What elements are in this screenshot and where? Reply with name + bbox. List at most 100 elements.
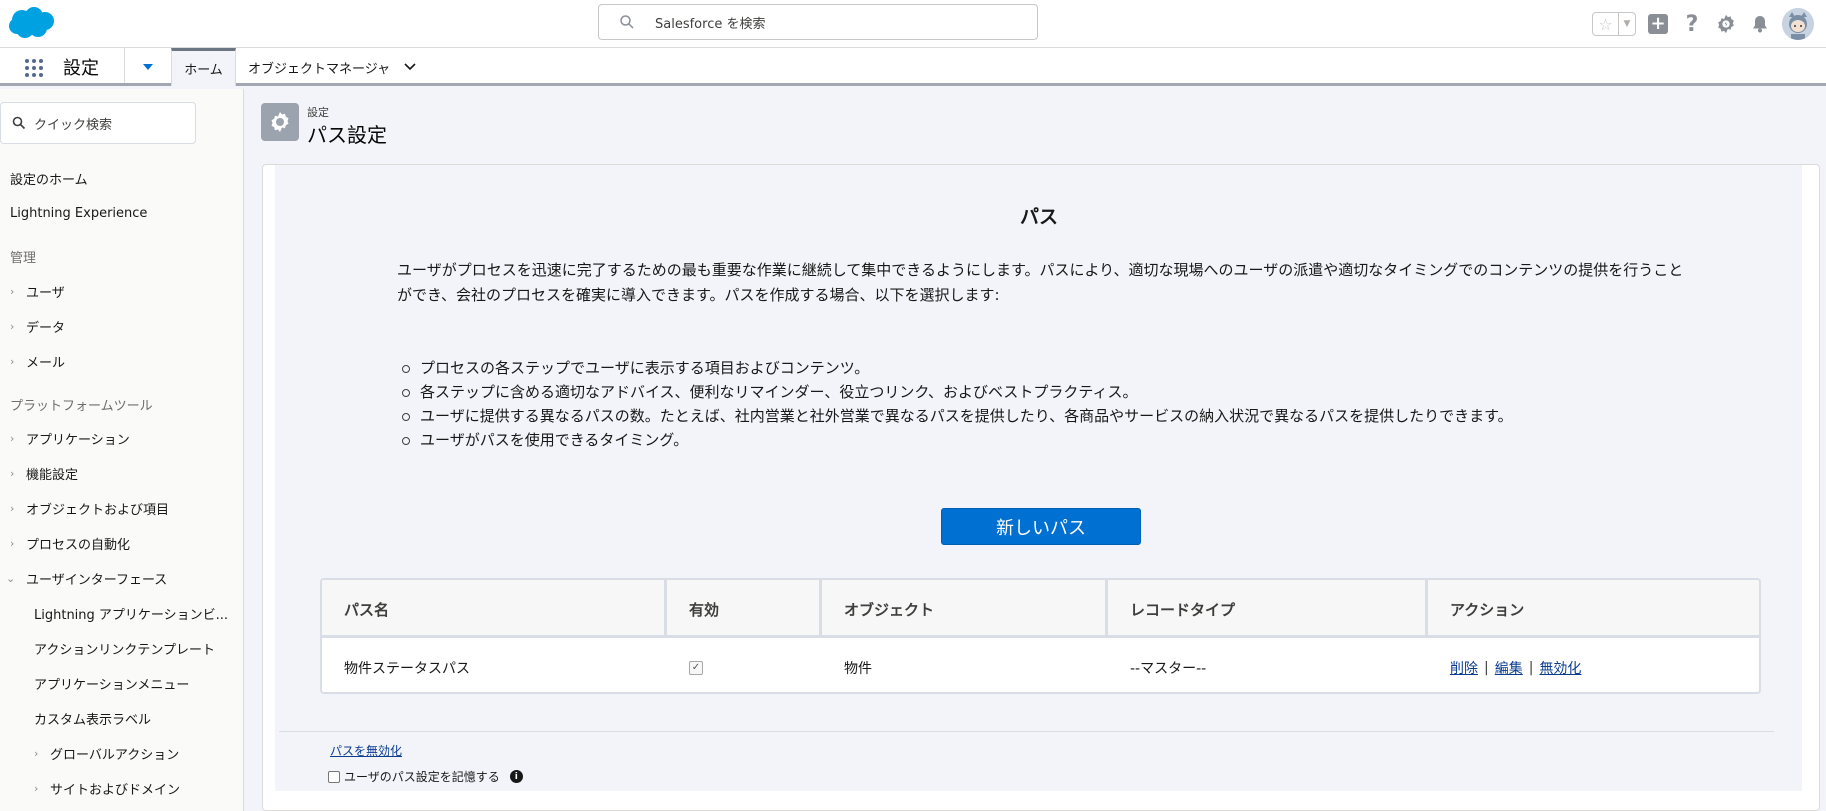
sidebar-item-lightning-experience[interactable]: Lightning Experience <box>10 203 147 223</box>
sidebar-item-action-link-templates[interactable]: アクションリンクテンプレート <box>34 638 215 658</box>
nav-divider <box>124 48 125 83</box>
setup-gear-icon <box>261 103 299 141</box>
tab-home-label: ホーム <box>184 63 223 78</box>
notifications-bell-icon[interactable] <box>1748 12 1772 36</box>
help-icon[interactable]: ? <box>1680 12 1704 37</box>
sidebar-item-label: アプリケーションメニュー <box>34 677 190 693</box>
sidebar-heading-admin: 管理 <box>10 251 37 266</box>
chevron-down-icon: ⌄ <box>6 571 16 585</box>
bullet-item: ユーザがパスを使用できるタイミング。 <box>402 428 1513 452</box>
sidebar-item-user-interface[interactable]: ⌄ ユーザインターフェース <box>6 568 167 588</box>
setup-sidebar: クイック検索 設定のホーム Lightning Experience 管理 › … <box>0 89 244 811</box>
deactivate-link[interactable]: 無効化 <box>1539 658 1581 678</box>
sidebar-item-process-automation[interactable]: › プロセスの自動化 <box>10 533 130 553</box>
search-icon <box>12 116 26 130</box>
chevron-right-icon: › <box>10 536 15 550</box>
global-header: Salesforce を検索 ☆ ▼ + ? <box>0 0 1826 48</box>
column-header-record-type: レコードタイプ <box>1108 580 1428 638</box>
app-launcher-icon[interactable] <box>24 58 44 78</box>
disable-path-link[interactable]: パスを無効化 <box>330 742 402 759</box>
favorites-dropdown-icon[interactable]: ▼ <box>1619 13 1635 35</box>
footer-divider <box>279 731 1774 732</box>
info-icon[interactable]: i <box>509 770 523 783</box>
cell-record-type: --マスター-- <box>1130 660 1207 677</box>
salesforce-logo[interactable] <box>8 6 56 40</box>
tab-object-manager[interactable]: オブジェクトマネージャ <box>236 48 428 86</box>
sidebar-heading-platform-tools: プラットフォームツール <box>10 399 153 414</box>
sidebar-item-label: データ <box>26 320 66 336</box>
sidebar-item-label: Lightning Experience <box>10 205 148 221</box>
column-header-actions: アクション <box>1450 600 1525 619</box>
remember-preference-label: ユーザのパス設定を記憶する <box>344 770 500 784</box>
sidebar-item-email[interactable]: › メール <box>10 351 65 371</box>
chevron-right-icon: › <box>10 354 15 368</box>
chevron-right-icon: › <box>10 284 15 298</box>
sidebar-item-label: メール <box>26 355 66 371</box>
chevron-down-icon[interactable] <box>404 63 416 71</box>
cell-active: ✓ <box>667 641 822 692</box>
chevron-right-icon: › <box>10 431 15 445</box>
new-path-button[interactable]: 新しいパス <box>941 508 1141 545</box>
bullet-item: 各ステップに含める適切なアドバイス、便利なリマインダー、役立つリンク、およびベス… <box>402 380 1513 404</box>
quick-find-input[interactable]: クイック検索 <box>0 102 196 144</box>
sidebar-item-users[interactable]: › ユーザ <box>10 281 65 301</box>
sidebar-item-apps[interactable]: › アプリケーション <box>10 428 130 448</box>
remember-preference-checkbox[interactable] <box>328 770 340 783</box>
remember-preference-row: ユーザのパス設定を記憶する i <box>328 768 523 785</box>
page-title: パス設定 <box>307 123 387 147</box>
delete-link[interactable]: 削除 <box>1450 658 1478 678</box>
chevron-right-icon: › <box>34 781 39 795</box>
sidebar-item-label: 設定のホーム <box>10 172 88 188</box>
bullet-item: ユーザに提供する異なるパスの数。たとえば、社内営業と社外営業で異なるパスを提供し… <box>402 404 1513 428</box>
header-actions: ☆ ▼ + ? <box>1592 8 1814 40</box>
tab-home[interactable]: ホーム <box>171 48 236 86</box>
favorites-star-icon[interactable]: ☆ <box>1593 13 1619 35</box>
nav-menu-dropdown[interactable] <box>138 58 158 76</box>
sidebar-item-data[interactable]: › データ <box>10 316 65 336</box>
user-avatar[interactable] <box>1782 8 1814 40</box>
sidebar-item-global-actions[interactable]: › グローバルアクション <box>34 743 179 763</box>
feature-bullet-list: プロセスの各ステップでユーザに表示する項目およびコンテンツ。 各ステップに含める… <box>402 356 1513 452</box>
global-actions-button[interactable]: + <box>1646 12 1670 36</box>
sidebar-item-label: プロセスの自動化 <box>26 537 131 553</box>
cell-path-name: 物件ステータスパス <box>344 660 470 677</box>
active-checkbox-checked: ✓ <box>689 660 703 675</box>
edit-link[interactable]: 編集 <box>1495 658 1523 678</box>
separator: | <box>1484 659 1489 676</box>
table-header-row: パス名 有効 オブジェクト レコードタイプ アクション <box>322 580 1759 638</box>
app-nav-bar: 設定 ホーム オブジェクトマネージャ <box>0 48 1826 86</box>
sidebar-item-label: ユーザインターフェース <box>26 572 168 588</box>
bullet-item: プロセスの各ステップでユーザに表示する項目およびコンテンツ。 <box>402 356 1513 380</box>
sidebar-item-label: サイトおよびドメイン <box>50 782 181 798</box>
sidebar-item-label: グローバルアクション <box>50 747 180 763</box>
sidebar-item-custom-labels[interactable]: カスタム表示ラベル <box>34 708 151 728</box>
plus-icon: + <box>1648 14 1668 34</box>
favorites-group: ☆ ▼ <box>1592 12 1636 36</box>
app-name: 設定 <box>63 58 99 79</box>
caret-down-icon <box>143 64 153 70</box>
cell-actions: 削除 | 編集 | 無効化 <box>1428 641 1759 692</box>
sidebar-item-setup-home[interactable]: 設定のホーム <box>10 168 88 188</box>
chevron-right-icon: › <box>10 319 15 333</box>
sidebar-item-sites-domains[interactable]: › サイトおよびドメイン <box>34 778 180 798</box>
tab-object-manager-label: オブジェクトマネージャ <box>248 61 391 77</box>
sidebar-item-label: Lightning アプリケーションビ... <box>34 607 229 623</box>
sidebar-item-objects-fields[interactable]: › オブジェクトおよび項目 <box>10 498 169 518</box>
section-title: パス <box>1020 206 1059 228</box>
global-search-input[interactable]: Salesforce を検索 <box>598 4 1038 40</box>
sidebar-item-label: カスタム表示ラベル <box>34 712 152 728</box>
cell-object: 物件 <box>844 660 872 677</box>
sidebar-item-feature-settings[interactable]: › 機能設定 <box>10 463 78 483</box>
path-table: パス名 有効 オブジェクト レコードタイプ アクション 物件ステータスパス ✓ … <box>320 578 1761 694</box>
setup-gear-icon[interactable] <box>1714 12 1738 36</box>
sidebar-item-lightning-app-builder[interactable]: Lightning アプリケーションビ... <box>34 603 228 623</box>
sidebar-item-label: オブジェクトおよび項目 <box>26 502 170 518</box>
column-header-path-name: パス名 <box>322 580 667 638</box>
chevron-right-icon: › <box>34 746 39 760</box>
sidebar-item-app-menu[interactable]: アプリケーションメニュー <box>34 673 189 693</box>
chevron-right-icon: › <box>10 466 15 480</box>
description-text: ユーザがプロセスを迅速に完了するための最も重要な作業に継続して集中できるようにし… <box>397 261 1684 304</box>
breadcrumb: 設定 <box>307 106 329 119</box>
search-placeholder: Salesforce を検索 <box>655 16 766 32</box>
column-header-object: オブジェクト <box>822 580 1108 638</box>
